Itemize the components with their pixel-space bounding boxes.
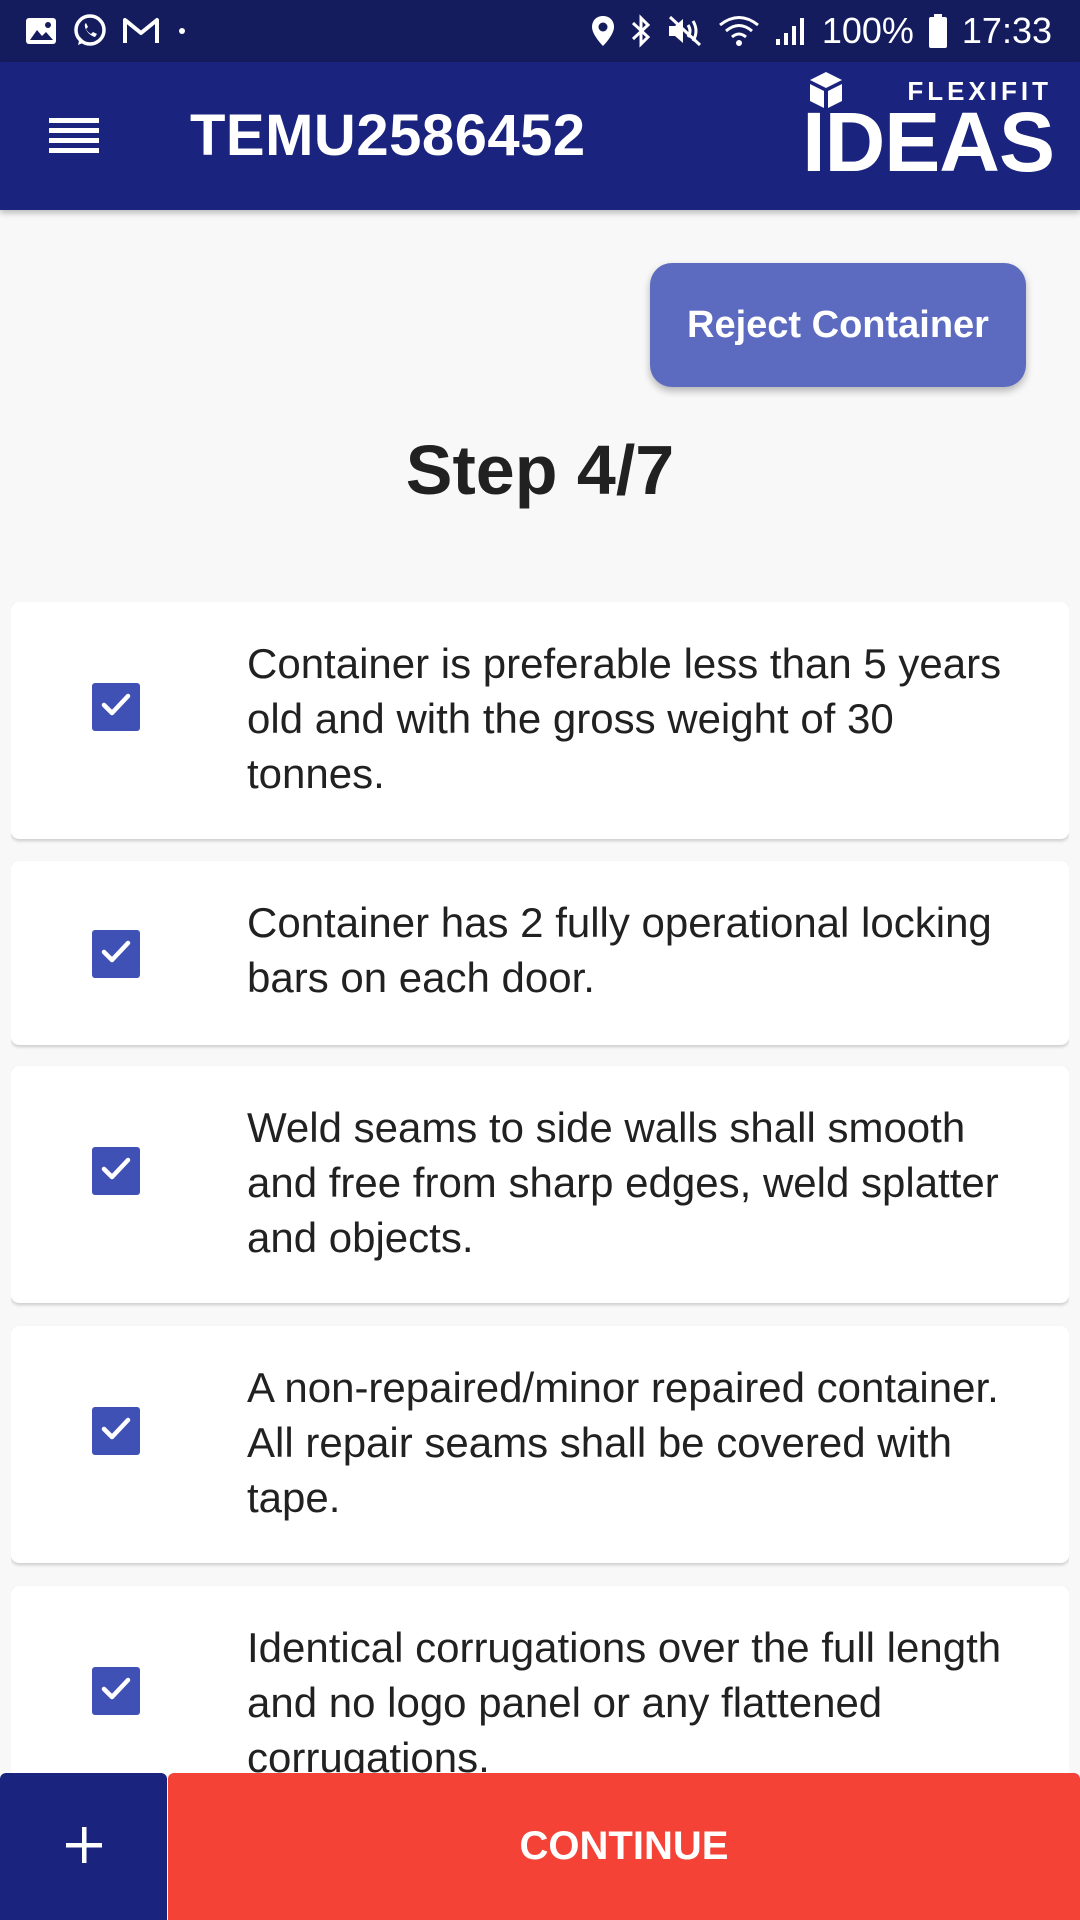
checkmark-icon xyxy=(98,1151,134,1192)
checklist-item[interactable]: Weld seams to side walls shall smooth an… xyxy=(11,1066,1069,1303)
logo-text: IDEAS xyxy=(802,95,1055,189)
checkbox[interactable] xyxy=(92,1407,140,1455)
checklist-item[interactable]: Container is preferable less than 5 year… xyxy=(11,602,1069,839)
location-icon xyxy=(590,14,616,48)
hamburger-menu-icon xyxy=(49,114,99,159)
checkbox[interactable] xyxy=(92,683,140,731)
checklist-item-text: A non-repaired/minor repaired container.… xyxy=(247,1364,999,1521)
clock: 17:33 xyxy=(961,10,1052,51)
wifi-icon xyxy=(718,14,760,48)
continue-button[interactable]: CONTINUE xyxy=(168,1773,1080,1920)
plus-icon xyxy=(64,1825,104,1868)
checkbox[interactable] xyxy=(92,930,140,978)
checkmark-icon xyxy=(98,1411,134,1452)
bluetooth-icon xyxy=(630,13,652,49)
mute-icon xyxy=(666,14,704,48)
step-indicator: Step 4/7 xyxy=(405,431,675,509)
whatsapp-icon xyxy=(72,13,108,49)
checkbox[interactable] xyxy=(92,1147,140,1195)
checklist-item-text: Container has 2 fully operational lockin… xyxy=(247,899,992,1001)
notification-icons xyxy=(24,13,190,49)
checklist-item[interactable]: Identical corrugations over the full len… xyxy=(11,1586,1069,1775)
checkmark-icon xyxy=(98,1671,134,1712)
checklist-item[interactable]: A non-repaired/minor repaired container.… xyxy=(11,1326,1069,1563)
checkmark-icon xyxy=(98,934,134,975)
checklist-item-text: Weld seams to side walls shall smooth an… xyxy=(247,1104,999,1261)
status-bar: 100% 17:33 xyxy=(0,0,1080,62)
checklist: Container is preferable less than 5 year… xyxy=(11,602,1069,1775)
gallery-icon xyxy=(24,15,58,47)
container-id-title: TEMU2586452 xyxy=(190,103,586,168)
gmail-icon xyxy=(122,16,160,46)
reject-container-button[interactable]: Reject Container xyxy=(650,263,1026,387)
checklist-item-text: Identical corrugations over the full len… xyxy=(247,1624,1002,1775)
checkbox[interactable] xyxy=(92,1667,140,1715)
dot-icon xyxy=(174,23,190,39)
checklist-item-text: Container is preferable less than 5 year… xyxy=(247,640,1002,797)
app-bar: TEMU2586452 FLEXIFIT IDEAS xyxy=(0,62,1080,210)
system-status: 100% 17:33 xyxy=(590,10,1052,52)
battery-icon xyxy=(928,13,948,49)
menu-button[interactable] xyxy=(42,110,106,162)
flexifit-ideas-logo: FLEXIFIT IDEAS xyxy=(798,62,1058,210)
battery-percentage: 100% xyxy=(821,10,914,51)
add-button[interactable] xyxy=(0,1773,167,1920)
checklist-item[interactable]: Container has 2 fully operational lockin… xyxy=(11,861,1069,1045)
checkmark-icon xyxy=(98,687,134,728)
signal-icon xyxy=(774,15,808,47)
